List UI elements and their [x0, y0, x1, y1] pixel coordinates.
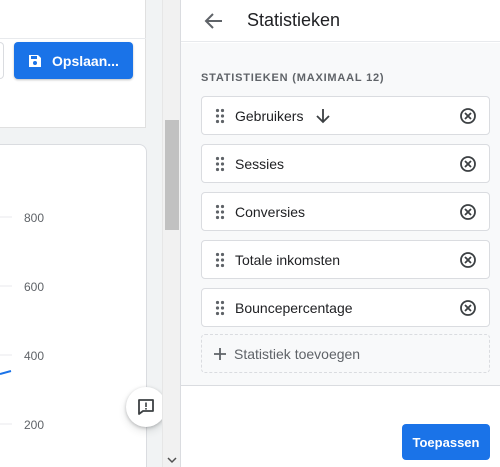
scrollbar[interactable]	[162, 0, 180, 467]
save-button[interactable]: Opslaan...	[14, 42, 133, 79]
y-tick-label: 200	[24, 418, 45, 432]
drag-handle-icon[interactable]	[215, 204, 225, 220]
remove-circle-icon[interactable]	[459, 107, 477, 125]
save-icon	[29, 54, 41, 67]
toolbar-partial-button[interactable]	[0, 42, 4, 79]
feedback-button[interactable]	[126, 387, 162, 427]
y-tick-label: 600	[24, 280, 45, 294]
add-metric-button[interactable]: Statistiek toevoegen	[201, 334, 490, 373]
y-tick-label: 800	[24, 211, 45, 225]
scrollbar-thumb[interactable]	[165, 120, 179, 230]
report-toolbar: Opslaan...	[0, 0, 146, 128]
metrics-panel: Statistieken STATISTIEKEN (MAXIMAAL 12) …	[180, 0, 500, 467]
add-metric-label: Statistiek toevoegen	[234, 345, 361, 362]
panel-body: STATISTIEKEN (MAXIMAAL 12) Gebruikers Se…	[181, 43, 500, 386]
feedback-icon	[138, 399, 154, 415]
metric-label: Conversies	[235, 203, 306, 220]
metric-item-sessies[interactable]: Sessies	[201, 144, 490, 183]
report-canvas: Opslaan... 800 600 400 200	[0, 0, 162, 467]
plus-icon	[214, 347, 226, 360]
toolbar-divider	[0, 38, 146, 39]
metric-item-totale-inkomsten[interactable]: Totale inkomsten	[201, 240, 490, 279]
metric-item-conversies[interactable]: Conversies	[201, 192, 490, 231]
back-arrow-icon[interactable]	[203, 10, 225, 32]
series-line	[0, 370, 12, 375]
metric-label: Sessies	[235, 155, 285, 172]
panel-title: Statistieken	[247, 10, 341, 30]
remove-circle-icon[interactable]	[459, 251, 477, 269]
panel-header: Statistieken	[181, 0, 500, 42]
save-button-label: Opslaan...	[52, 52, 119, 69]
chart-card: 800 600 400 200	[0, 144, 147, 467]
metric-item-gebruikers[interactable]: Gebruikers	[201, 96, 490, 135]
metric-item-bouncepercentage[interactable]: Bouncepercentage	[201, 288, 490, 327]
scroll-down-arrow-icon[interactable]	[167, 456, 177, 464]
remove-circle-icon[interactable]	[459, 299, 477, 317]
y-tick-label: 400	[24, 349, 45, 363]
drag-handle-icon[interactable]	[215, 108, 225, 124]
metric-label: Totale inkomsten	[235, 251, 341, 268]
chart-plot	[0, 216, 12, 425]
drag-handle-icon[interactable]	[215, 156, 225, 172]
apply-button[interactable]: Toepassen	[402, 424, 490, 460]
drag-handle-icon[interactable]	[215, 252, 225, 268]
remove-circle-icon[interactable]	[459, 203, 477, 221]
drag-handle-icon[interactable]	[215, 300, 225, 316]
metric-label: Bouncepercentage	[235, 299, 353, 316]
remove-circle-icon[interactable]	[459, 155, 477, 173]
sort-descending-icon[interactable]	[315, 108, 331, 124]
section-label: STATISTIEKEN (MAXIMAAL 12)	[201, 72, 385, 84]
metric-label: Gebruikers	[235, 107, 304, 124]
